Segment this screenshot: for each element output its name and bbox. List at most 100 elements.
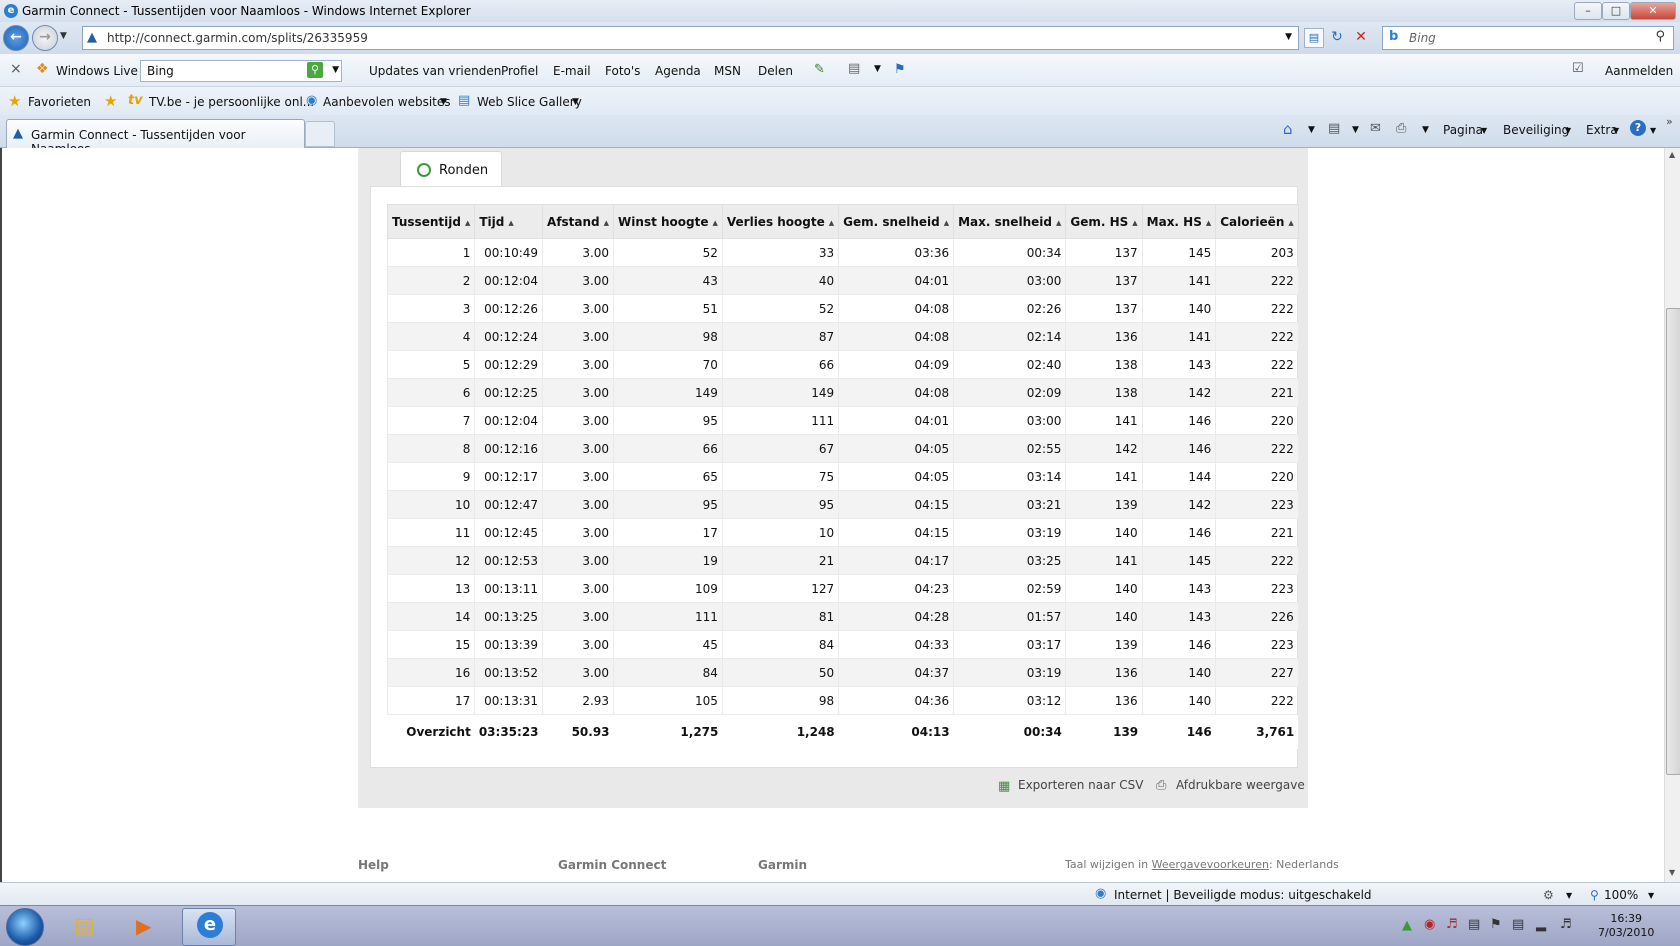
zoom-level[interactable]: 100% (1604, 888, 1638, 902)
tab-ronden[interactable]: Ronden (400, 151, 502, 188)
toolbar-link-msn[interactable]: MSN (714, 64, 741, 78)
fav-link-webslice[interactable]: Web Slice Gallery (477, 95, 582, 109)
col-gem-hs[interactable]: Gem. HS ▲︎ (1065, 204, 1143, 239)
translate-icon[interactable]: ⚑ (894, 62, 906, 77)
col-winst-hoogte[interactable]: Winst hoogte ▲︎ (613, 204, 723, 239)
compatibility-view-icon[interactable]: ▤ (1304, 28, 1324, 48)
back-button[interactable]: ← (3, 25, 29, 51)
col-label[interactable]: Gem. HS (1070, 215, 1128, 229)
footer-garmin-connect-link[interactable]: Garmin Connect (558, 858, 666, 872)
feeds-icon[interactable]: ▤ (1328, 121, 1340, 136)
live-search-value[interactable]: Bing (147, 64, 174, 78)
print-dropdown-icon[interactable]: ▼ (1422, 125, 1429, 135)
sort-icon[interactable]: ▲︎ (1206, 219, 1211, 227)
print-icon[interactable]: ⎙ (1396, 121, 1406, 136)
live-search-dropdown-icon[interactable]: ▼ (332, 65, 339, 75)
system-clock[interactable]: 16:39 7/03/2010 (1598, 912, 1654, 940)
tray-flag-icon[interactable]: ⚑ (1490, 917, 1502, 932)
taskbar-media-player-button[interactable]: ▶ (122, 908, 174, 944)
signin-link[interactable]: Aanmelden (1605, 64, 1673, 78)
col-max-hs[interactable]: Max. HS ▲︎ (1141, 204, 1217, 239)
mail-icon[interactable]: ✉ (1370, 121, 1381, 136)
sort-icon[interactable]: ▲︎ (465, 219, 470, 227)
col-label[interactable]: Winst hoogte (618, 215, 708, 229)
menu-pagina[interactable]: Pagina (1443, 123, 1483, 137)
toolbar-link-delen[interactable]: Delen (758, 64, 793, 78)
tray-signal-icon[interactable]: ▂ (1536, 917, 1546, 932)
chevron-more-icon[interactable]: » (1666, 115, 1673, 128)
menu-beveiliging[interactable]: Beveiliging (1503, 123, 1569, 137)
stop-icon[interactable]: ✕ (1352, 28, 1370, 46)
col-label[interactable]: Tussentijd (392, 215, 461, 229)
help-icon[interactable]: ? (1630, 120, 1646, 136)
protected-mode-icon[interactable]: ⚙ (1543, 888, 1554, 902)
col-label[interactable]: Verlies hoogte (727, 215, 825, 229)
col-label[interactable]: Tijd (479, 215, 504, 229)
url-dropdown-icon[interactable]: ▼ (1285, 32, 1292, 42)
fav-link-tvbe[interactable]: TV.be - je persoonlijke onl... (149, 95, 314, 109)
sort-icon[interactable]: ▲︎ (829, 219, 834, 227)
favorites-button[interactable]: Favorieten (28, 95, 91, 109)
sort-icon[interactable]: ▲︎ (1288, 219, 1293, 227)
maximize-button[interactable]: □ (1602, 2, 1630, 20)
col-gem-snelheid[interactable]: Gem. snelheid ▲︎ (838, 204, 955, 239)
sort-icon[interactable]: ▲︎ (944, 219, 949, 227)
export-csv-link[interactable]: Exporteren naar CSV (1018, 778, 1143, 792)
forward-button[interactable]: → (32, 25, 58, 51)
search-box[interactable]: b Bing ⚲ (1382, 26, 1674, 50)
sort-icon[interactable]: ▲︎ (604, 219, 609, 227)
toolbar-link-agenda[interactable]: Agenda (655, 64, 701, 78)
col-label[interactable]: Max. HS (1147, 215, 1202, 229)
tray-nvidia-icon[interactable]: ▲ (1402, 918, 1412, 933)
pagina-dropdown-icon[interactable]: ▼ (1481, 126, 1487, 135)
csv-icon[interactable]: ▦ (998, 779, 1010, 794)
col-label[interactable]: Calorieën (1220, 215, 1284, 229)
footer-garmin-link[interactable]: Garmin (758, 858, 807, 872)
fav-link-aanbevolen[interactable]: Aanbevolen websites (323, 95, 451, 109)
webslice-dropdown-icon[interactable]: ▼ (572, 97, 579, 107)
extra-dropdown-icon[interactable]: ▼ (1613, 126, 1619, 135)
col-verlies-hoogte[interactable]: Verlies hoogte ▲︎ (721, 204, 840, 239)
add-favorite-icon[interactable]: ★ (104, 92, 117, 110)
close-window-button[interactable]: ✕ (1630, 2, 1676, 20)
windows-live-label[interactable]: Windows Live (56, 64, 138, 78)
aanbevolen-dropdown-icon[interactable]: ▼ (440, 97, 447, 107)
tab-garmin-connect[interactable]: ▲ Garmin Connect - Tussentijden voor Naa… (6, 119, 305, 156)
minimize-button[interactable]: – (1574, 2, 1602, 20)
toolbar-link-email[interactable]: E-mail (553, 64, 591, 78)
url-text[interactable]: http://connect.garmin.com/splits/2633595… (107, 31, 368, 45)
col-calorieen[interactable]: Calorieën ▲︎ (1215, 204, 1299, 239)
sort-icon[interactable]: ▲︎ (713, 219, 718, 227)
printable-view-link[interactable]: Afdrukbare weergave (1176, 778, 1305, 792)
col-label[interactable]: Gem. snelheid (843, 215, 940, 229)
col-tussentijd[interactable]: Tussentijd ▲︎ (386, 204, 476, 239)
tray-antivirus-icon[interactable]: ◉ (1424, 917, 1435, 932)
footer-preferences-link[interactable]: Weergavevoorkeuren (1152, 858, 1269, 871)
zoom-dropdown-icon[interactable]: ▼ (1648, 891, 1654, 900)
close-toolbar-icon[interactable]: × (10, 61, 22, 77)
feeds-dropdown-icon[interactable]: ▼ (1352, 125, 1359, 135)
home-dropdown-icon[interactable]: ▼ (1308, 125, 1315, 135)
page-scrollbar[interactable]: ▲ ▼ (1664, 148, 1680, 882)
refresh-icon[interactable]: ↻ (1328, 28, 1346, 46)
live-search-button[interactable]: ⚲ (307, 62, 323, 78)
start-button[interactable] (6, 908, 44, 946)
new-tab-button[interactable] (305, 121, 335, 147)
taskbar-explorer-button[interactable]: ▤ (62, 908, 114, 944)
sort-icon[interactable]: ▲︎ (1056, 219, 1061, 227)
sort-icon[interactable]: ▲︎ (1132, 219, 1137, 227)
scroll-down-icon[interactable]: ▼ (1669, 868, 1675, 877)
beveiliging-dropdown-icon[interactable]: ▼ (1565, 126, 1571, 135)
scrollbar-thumb[interactable] (1666, 308, 1680, 775)
toolbar-link-profiel[interactable]: Profiel (501, 64, 538, 78)
history-dropdown-icon[interactable]: ▼ (60, 31, 67, 41)
status-dropdown-icon[interactable]: ▼ (1566, 891, 1572, 900)
help-dropdown-icon[interactable]: ▼ (1650, 126, 1656, 135)
col-afstand[interactable]: Afstand ▲︎ (542, 204, 615, 239)
live-search-input[interactable]: Bing ⚲ ▼ (140, 60, 342, 82)
tray-display-icon[interactable]: ▤ (1468, 917, 1480, 932)
col-max-snelheid[interactable]: Max. snelheid ▲︎ (953, 204, 1067, 239)
security-zone-text[interactable]: Internet | Beveiligde modus: uitgeschake… (1114, 888, 1372, 902)
home-icon[interactable]: ⌂ (1283, 120, 1293, 138)
col-tijd[interactable]: Tijd ▲︎ (474, 204, 544, 239)
